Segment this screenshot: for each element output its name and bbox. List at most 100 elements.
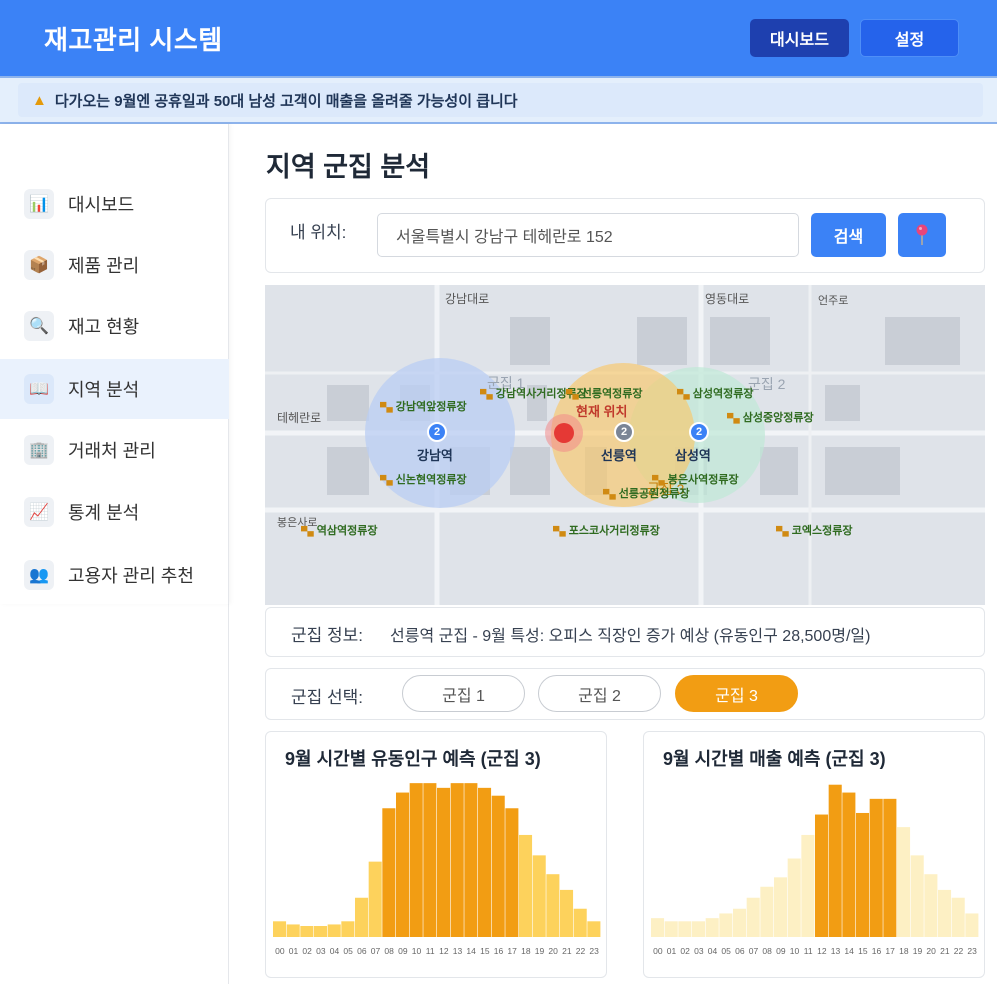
alert-box: ▲ 다가오는 9월엔 공휴일과 50대 남성 고객이 매출을 올려줄 가능성이 … xyxy=(18,83,983,117)
chart-bar[interactable] xyxy=(532,855,546,937)
chart-bar[interactable] xyxy=(409,783,423,937)
chart-bar[interactable] xyxy=(924,874,938,937)
chart-bar[interactable] xyxy=(705,918,719,937)
chart-bar[interactable] xyxy=(546,874,560,937)
station-label: 강남역 xyxy=(417,448,453,463)
bus-stop-label: 코엑스정류장 xyxy=(791,525,853,537)
chart-bar[interactable] xyxy=(897,827,911,937)
chart-bar[interactable] xyxy=(965,913,979,937)
bus-stop-label: 삼성역정류장 xyxy=(692,388,754,400)
chart-bar[interactable] xyxy=(938,889,952,937)
chart-bar[interactable] xyxy=(828,784,842,937)
chart-bar[interactable] xyxy=(491,795,505,937)
location-pin-button[interactable] xyxy=(898,213,946,257)
street-label: 언주로 xyxy=(818,295,849,307)
bus-stop[interactable]: ▀▄ 삼성중앙정류장 xyxy=(727,409,814,425)
sidebar-item-label: 제품 관리 xyxy=(68,256,140,276)
chart-bar[interactable] xyxy=(787,858,801,938)
street-label: 강남대로 xyxy=(445,292,490,306)
chart-bar[interactable] xyxy=(573,908,587,937)
sidebar-item-partners[interactable]: 🏢 거래처 관리 xyxy=(0,420,229,480)
map-book-icon: 📖 xyxy=(24,374,54,404)
x-tick-label: 18 xyxy=(899,946,909,956)
bus-stop[interactable]: ▀▄ 신논현역정류장 xyxy=(380,471,467,487)
chart-bar[interactable] xyxy=(587,921,601,937)
sidebar-item-statistics[interactable]: 📈 통계 분석 xyxy=(0,482,229,542)
chart-bar[interactable] xyxy=(423,783,437,937)
station-label: 선릉역 xyxy=(601,448,637,463)
x-tick-label: 21 xyxy=(940,946,950,956)
foot-traffic-chart-card: 9월 시간별 유동인구 예측 (군집 3) 00 01 02 03 04 05 06 07 08… xyxy=(265,731,607,978)
x-tick-label: 10 xyxy=(412,946,422,956)
sidebar-item-staff-recommend[interactable]: 👥 고용자 관리 추천 xyxy=(0,545,229,605)
sidebar-item-products[interactable]: 📦 제품 관리 xyxy=(0,235,229,295)
chart-bar[interactable] xyxy=(341,921,355,937)
chart-bar[interactable] xyxy=(286,924,300,937)
chart-bar[interactable] xyxy=(746,897,760,937)
cluster-3-button[interactable]: 군집 3 xyxy=(675,675,798,712)
bus-stop[interactable]: ▀▄ 선릉공원정류장 xyxy=(603,485,690,501)
station-count-badge[interactable]: 2 xyxy=(614,422,634,442)
chart-bar[interactable] xyxy=(519,834,533,937)
chart-bar[interactable] xyxy=(651,918,665,937)
sidebar-item-dashboard[interactable]: 📊 대시보드 xyxy=(0,174,229,234)
region-map[interactable]: 강남대로 영동대로 언주로 테헤란로 봉은사로 군집 1 군집 2 군집 3 현… xyxy=(265,285,985,605)
chart-bar[interactable] xyxy=(396,792,410,937)
x-tick-label: 10 xyxy=(790,946,800,956)
station-count-badge[interactable]: 2 xyxy=(427,422,447,442)
bar-chart-icon: 📊 xyxy=(24,189,54,219)
chart-bar[interactable] xyxy=(450,783,464,937)
chart-bar[interactable] xyxy=(464,783,478,937)
chart-bar[interactable] xyxy=(869,798,883,937)
station-count-badge[interactable]: 2 xyxy=(689,422,709,442)
chart-bar[interactable] xyxy=(842,792,856,937)
chart-bar[interactable] xyxy=(815,814,829,937)
chart-bar[interactable] xyxy=(382,808,396,937)
sidebar-item-inventory[interactable]: 🔍 재고 현황 xyxy=(0,296,229,356)
bus-stop[interactable]: ▀▄ 강남역앞정류장 xyxy=(380,398,467,414)
chart-bar[interactable] xyxy=(856,812,870,937)
chart-bar[interactable] xyxy=(273,921,287,937)
x-tick-label: 21 xyxy=(562,946,572,956)
chart-bar[interactable] xyxy=(951,897,965,937)
search-button[interactable]: 검색 xyxy=(811,213,886,257)
cluster-1-button[interactable]: 군집 1 xyxy=(402,675,525,712)
chart-bar[interactable] xyxy=(314,926,328,937)
x-tick-label: 08 xyxy=(762,946,772,956)
x-tick-label: 13 xyxy=(831,946,841,956)
chart-bar[interactable] xyxy=(478,787,492,937)
chart-bar[interactable] xyxy=(505,808,519,937)
bus-stop[interactable]: ▀▄ 삼성역정류장 xyxy=(677,385,754,401)
bus-stop[interactable]: ▀▄ 선릉역정류장 xyxy=(566,385,643,401)
chart-bar[interactable] xyxy=(300,926,314,937)
chart-bar[interactable] xyxy=(437,787,451,937)
chart-bar[interactable] xyxy=(560,889,574,937)
sidebar-nav: 📊 대시보드 📦 제품 관리 🔍 재고 현황 📖 지역 분석 🏢 거래처 관리 … xyxy=(0,124,229,604)
settings-button[interactable]: 설정 xyxy=(860,19,959,57)
bus-stop[interactable]: ▀▄ 역삼역정류장 xyxy=(301,522,378,538)
chart-bar[interactable] xyxy=(719,913,733,937)
chart-bar[interactable] xyxy=(760,886,774,937)
location-input[interactable] xyxy=(377,213,799,257)
bus-stop[interactable]: ▀▄ 포스코사거리정류장 xyxy=(553,522,660,538)
sidebar-item-region-analysis[interactable]: 📖 지역 분석 xyxy=(0,359,229,419)
chart-bar[interactable] xyxy=(910,855,924,937)
chart-bar[interactable] xyxy=(678,921,692,937)
chart-bar[interactable] xyxy=(733,908,747,937)
current-location-label: 현재 위치 xyxy=(576,404,628,419)
chart-bar[interactable] xyxy=(774,877,788,937)
bus-stop[interactable]: ▀▄ 코엑스정류장 xyxy=(776,522,853,538)
chart-bar[interactable] xyxy=(327,924,341,937)
chart-bar[interactable] xyxy=(368,861,382,937)
x-tick-label: 23 xyxy=(589,946,599,956)
cluster-select-label: 군집 선택: xyxy=(291,688,364,707)
chart-bar[interactable] xyxy=(692,921,706,937)
chart-bar[interactable] xyxy=(664,921,678,937)
cluster-2-button[interactable]: 군집 2 xyxy=(538,675,661,712)
chart-bar[interactable] xyxy=(883,798,897,937)
dashboard-button[interactable]: 대시보드 xyxy=(750,19,849,57)
x-tick-label: 07 xyxy=(749,946,759,956)
chart-bar[interactable] xyxy=(355,897,369,937)
bus-icon: ▀▄ xyxy=(380,402,393,412)
chart-bar[interactable] xyxy=(801,834,815,937)
